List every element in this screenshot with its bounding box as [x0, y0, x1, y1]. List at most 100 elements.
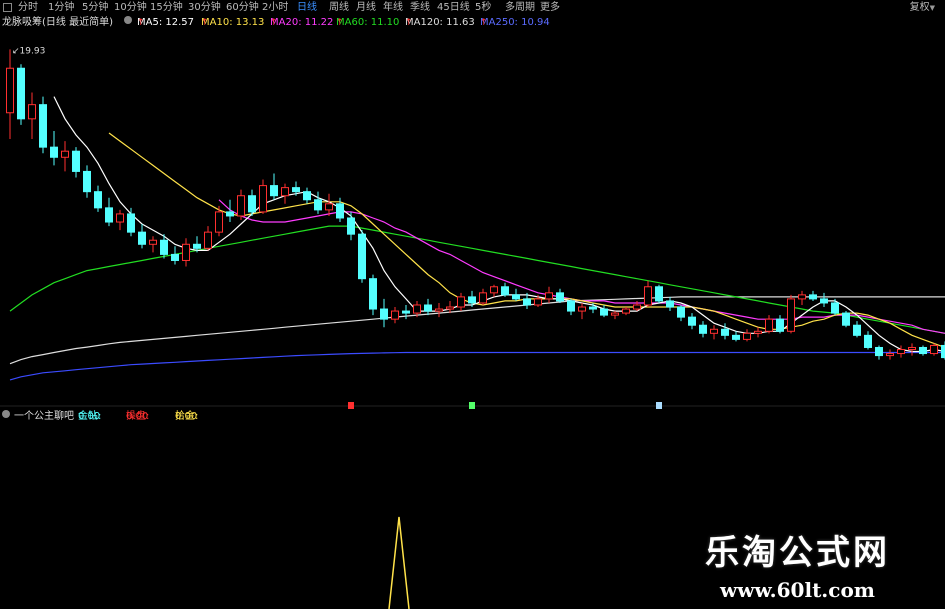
- candle-down: [655, 286, 663, 302]
- candle-down: [688, 316, 696, 326]
- candle-down: [105, 207, 113, 223]
- candle-down: [919, 346, 927, 355]
- candle-up: [798, 294, 806, 300]
- ma10-line: [108, 132, 945, 349]
- candle-up: [116, 213, 124, 223]
- candle-up: [457, 296, 465, 308]
- candle-up: [413, 304, 421, 314]
- candle-down: [303, 191, 311, 201]
- candle-down: [842, 312, 850, 326]
- signal-marker: [469, 402, 475, 409]
- candle-down: [666, 300, 674, 308]
- candle-down: [468, 296, 476, 304]
- candle-down: [380, 308, 388, 320]
- candle-down: [72, 150, 80, 172]
- candle-up: [281, 187, 289, 197]
- candle-up: [28, 104, 36, 120]
- candle-down: [369, 278, 377, 310]
- candle-down: [193, 243, 201, 249]
- candle-down: [501, 286, 509, 296]
- candle-down: [248, 195, 256, 213]
- ma5-line: [53, 96, 945, 353]
- candle-up: [622, 308, 630, 314]
- candle-down: [50, 146, 58, 158]
- candle-down: [226, 211, 234, 217]
- candle-up: [6, 67, 14, 114]
- candle-up: [644, 286, 652, 306]
- candle-up: [479, 292, 487, 304]
- candle-down: [600, 308, 608, 316]
- candle-up: [633, 304, 641, 310]
- candle-down: [314, 199, 322, 211]
- watermark-title: 乐淘公式网: [705, 533, 890, 573]
- candle-up: [446, 306, 454, 310]
- ma250-line: [9, 351, 945, 381]
- candle-down: [864, 334, 872, 348]
- candle-down: [402, 310, 410, 314]
- candle-up: [534, 298, 542, 306]
- candle-down: [875, 346, 883, 357]
- candle-up: [886, 353, 894, 357]
- candle-down: [358, 233, 366, 280]
- candle-up: [787, 298, 795, 332]
- candle-up: [435, 308, 443, 312]
- signal-marker: [656, 402, 662, 409]
- candle-up: [204, 231, 212, 249]
- ma120-line: [9, 296, 945, 365]
- candle-up: [578, 306, 586, 312]
- candle-down: [127, 213, 135, 233]
- candle-down: [820, 298, 828, 304]
- candle-up: [490, 286, 498, 294]
- candle-down: [347, 217, 355, 235]
- candle-up: [259, 185, 267, 213]
- candle-up: [908, 346, 916, 351]
- candle-up: [897, 349, 905, 355]
- candle-up: [237, 195, 245, 217]
- candle-down: [732, 334, 740, 340]
- candle-up: [743, 332, 751, 340]
- candle-down: [336, 203, 344, 219]
- candle-down: [589, 306, 597, 310]
- candle-up: [765, 318, 773, 332]
- candle-down: [138, 231, 146, 245]
- candle-down: [567, 300, 575, 312]
- candle-up: [545, 292, 553, 300]
- chart-canvas: ↙19.93: [0, 46, 945, 609]
- sub-indicator-bar: 一个公主聊吧 金钻: 0.00 操盘: 0.00 拾金: 0.00: [0, 410, 945, 424]
- candle-down: [512, 294, 520, 300]
- candle-down: [94, 191, 102, 209]
- candle-down: [809, 294, 817, 300]
- candle-down: [424, 304, 432, 312]
- candle-down: [721, 328, 729, 336]
- candle-down: [39, 104, 47, 148]
- candle-down: [776, 318, 784, 332]
- sub-indicator-title: 一个公主聊吧: [14, 411, 74, 422]
- candle-up: [215, 211, 223, 233]
- candle-down: [831, 302, 839, 314]
- candle-down: [853, 324, 861, 336]
- candle-up: [611, 312, 619, 316]
- watermark-url: www.60lt.com: [720, 578, 875, 602]
- candle-down: [83, 170, 91, 193]
- watermark: 乐淘公式网 www.60lt.com: [705, 525, 890, 602]
- candle-down: [17, 67, 25, 120]
- signal-spike: [388, 516, 410, 609]
- signal-marker: [348, 402, 354, 409]
- candle-up: [391, 310, 399, 320]
- candle-down: [556, 292, 564, 302]
- candle-up: [182, 243, 190, 261]
- candle-down: [160, 239, 168, 255]
- candle-down: [171, 253, 179, 261]
- candle-down: [292, 187, 300, 193]
- candle-down: [523, 298, 531, 306]
- candle-down: [270, 185, 278, 197]
- candle-up: [61, 150, 69, 158]
- candle-up: [325, 203, 333, 211]
- high-label: ↙19.93: [12, 46, 45, 56]
- candle-down: [699, 324, 707, 334]
- candle-up: [149, 239, 157, 245]
- candle-up: [754, 330, 762, 334]
- candle-down: [941, 344, 945, 359]
- candle-up: [710, 328, 718, 334]
- candle-up: [930, 344, 938, 355]
